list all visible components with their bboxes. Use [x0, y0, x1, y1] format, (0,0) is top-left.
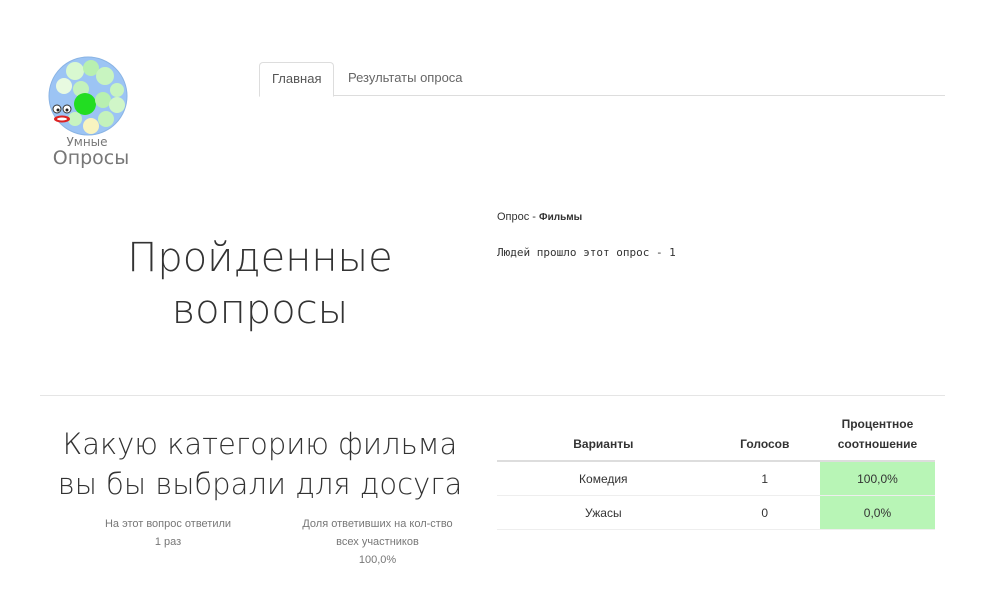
- tab-home[interactable]: Главная: [259, 62, 335, 97]
- header-percent-line2: соотношение: [837, 437, 918, 451]
- bubbles-logo-icon: [48, 56, 128, 136]
- header-votes: Голосов: [709, 414, 820, 462]
- question-title-line1: Какую категорию фильма: [62, 427, 458, 461]
- answered-stat: На этот вопрос ответили 1 раз: [88, 515, 248, 551]
- question-title-line2: вы бы выбрали для досуга: [57, 467, 463, 501]
- nav-tabs: Главная Результаты опроса: [259, 62, 945, 97]
- site-logo[interactable]: Умные Опросы: [46, 56, 136, 168]
- header-variants: Варианты: [497, 414, 710, 462]
- share-label-line2: всех участников: [336, 536, 419, 548]
- survey-name-prefix: Опрос -: [497, 211, 540, 223]
- survey-name-value: Фильмы: [539, 212, 583, 223]
- variant-cell: Комедия: [497, 461, 710, 496]
- variant-cell: Ужасы: [497, 495, 710, 530]
- page-title: Пройденные вопросы: [60, 232, 460, 336]
- survey-people-count: Людей прошло этот опрос - 1: [497, 246, 676, 259]
- section-divider: [40, 395, 945, 396]
- logo-text-bottom: Опросы: [52, 147, 130, 169]
- answered-label: На этот вопрос ответили: [104, 518, 232, 530]
- percent-cell: 0,0%: [819, 495, 935, 530]
- answered-value: 1 раз: [154, 536, 182, 548]
- page-title-line1: Пройденные: [127, 235, 393, 281]
- results-table: Варианты Голосов Процентное соотношение К…: [497, 414, 935, 530]
- share-value: 100,0%: [358, 554, 397, 566]
- share-label-line1: Доля ответивших на кол-ство: [302, 518, 453, 530]
- tab-survey-results[interactable]: Результаты опроса: [336, 62, 475, 96]
- page-title-line2: вопросы: [171, 287, 349, 333]
- share-stat: Доля ответивших на кол-ство всех участни…: [290, 515, 465, 569]
- table-row: Ужасы 0 0,0%: [497, 495, 935, 530]
- votes-cell: 0: [709, 495, 820, 530]
- header-percent-line1: Процентное: [841, 417, 914, 431]
- table-header-row: Варианты Голосов Процентное соотношение: [497, 414, 935, 462]
- votes-cell: 1: [709, 461, 820, 496]
- survey-name: Опрос - Фильмы: [497, 211, 582, 223]
- table-row: Комедия 1 100,0%: [497, 461, 935, 496]
- question-title: Какую категорию фильма вы бы выбрали для…: [55, 424, 465, 504]
- header-percent: Процентное соотношение: [819, 414, 935, 462]
- percent-cell: 100,0%: [819, 461, 935, 496]
